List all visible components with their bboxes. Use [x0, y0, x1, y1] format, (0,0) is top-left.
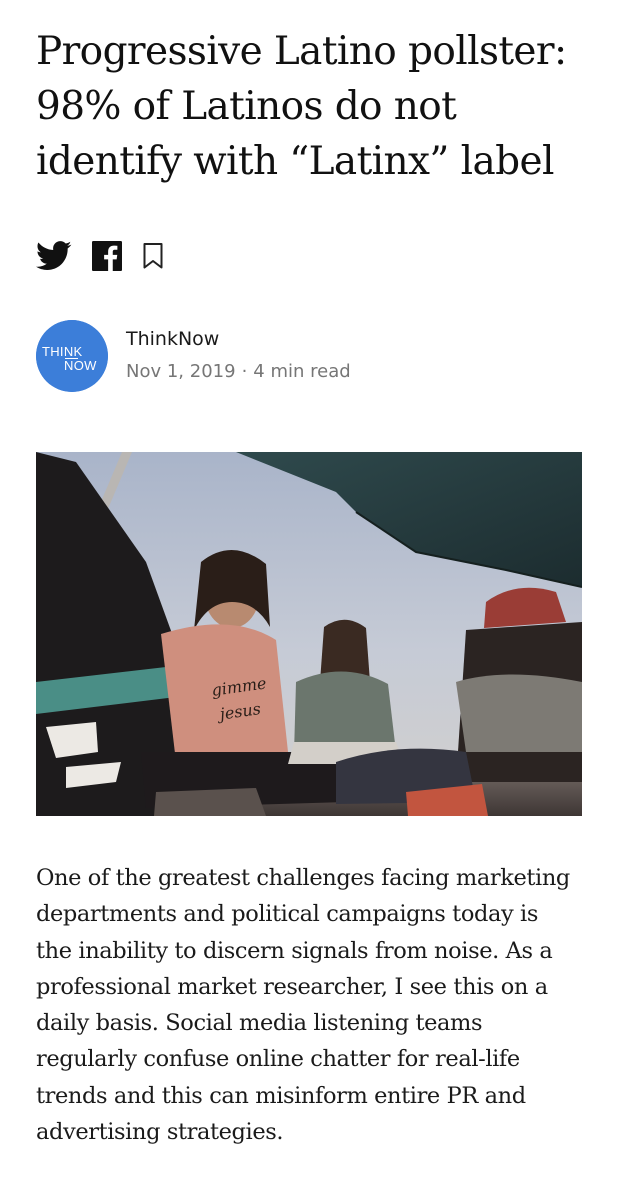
article-body: One of the greatest challenges facing ma… — [36, 860, 596, 1150]
body-line: trends and this can misinform entire PR … — [36, 1082, 526, 1109]
thinknow-logo: THINK NOW — [36, 320, 108, 392]
article-headline: Progressive Latino pollster: 98% of Lati… — [36, 24, 596, 189]
meta-separator: · — [241, 361, 248, 382]
body-line: professional market researcher, I see th… — [36, 973, 548, 1000]
author-meta: Nov 1, 2019 · 4 min read — [126, 361, 351, 382]
body-line: regularly confuse online chatter for rea… — [36, 1046, 520, 1073]
facebook-icon[interactable] — [92, 241, 122, 271]
author-name[interactable]: ThinkNow — [126, 328, 219, 350]
publish-date: Nov 1, 2019 — [126, 361, 236, 382]
logo-text-bottom: NOW — [64, 358, 97, 373]
headline-line: Progressive Latino pollster: — [36, 29, 567, 74]
author-byline: THINK NOW ThinkNow Nov 1, 2019 · 4 min rea… — [36, 320, 576, 394]
share-bar — [36, 238, 164, 274]
read-time: 4 min read — [253, 361, 351, 382]
headline-line: 98% of Latinos do not — [36, 84, 457, 129]
body-line: daily basis. Social media listening team… — [36, 1010, 483, 1037]
body-line: the inability to discern signals from no… — [36, 937, 553, 964]
twitter-icon[interactable] — [36, 241, 72, 271]
body-line: advertising strategies. — [36, 1119, 284, 1146]
bookmark-icon[interactable] — [142, 242, 164, 270]
logo-text-top: THINK — [42, 344, 83, 359]
hero-image: gimme jesus — [36, 452, 582, 816]
headline-line: identify with “Latinx” label — [36, 139, 554, 184]
body-line: One of the greatest challenges facing ma… — [36, 865, 570, 891]
article: Progressive Latino pollster: 98% of Lati… — [0, 0, 618, 1200]
author-avatar[interactable]: THINK NOW — [36, 320, 108, 392]
body-line: departments and political campaigns toda… — [36, 901, 538, 928]
